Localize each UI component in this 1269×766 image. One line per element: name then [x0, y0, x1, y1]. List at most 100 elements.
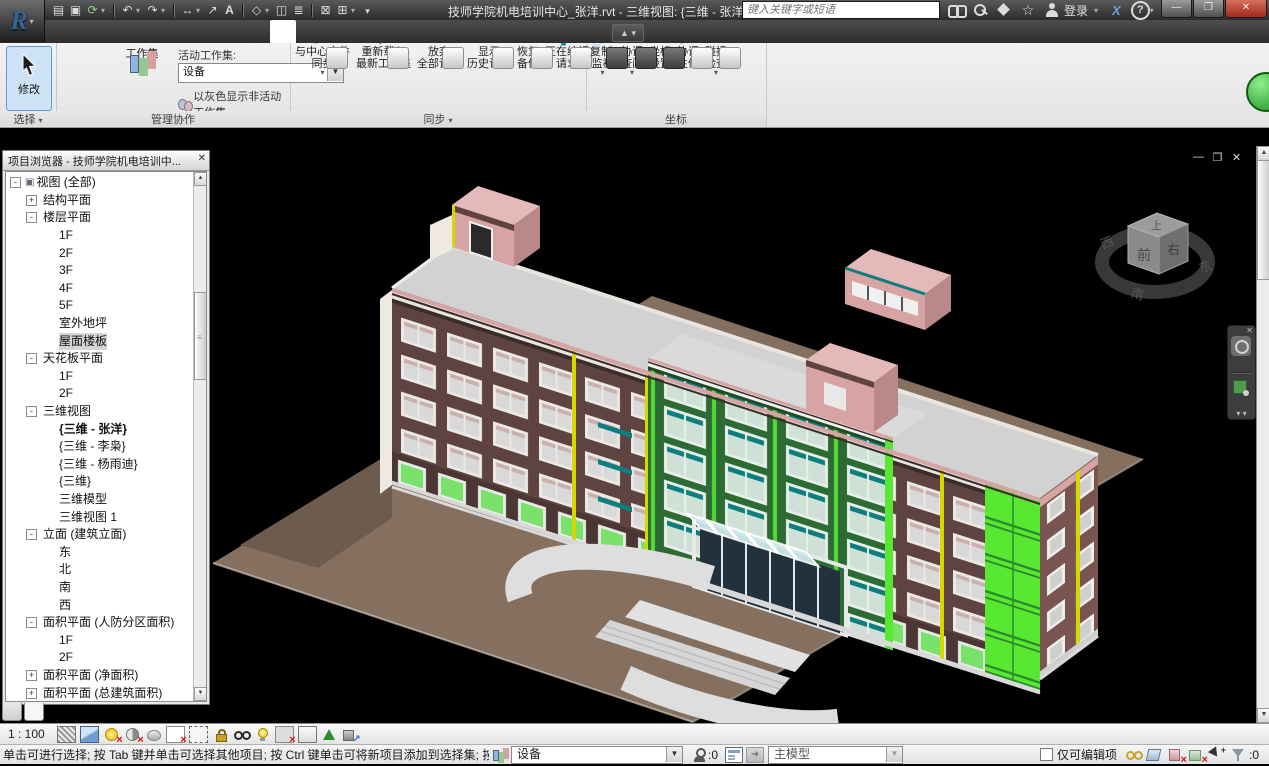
tree-toggle-icon[interactable]: +	[26, 670, 37, 681]
worksharing-display-off-icon[interactable]	[275, 726, 294, 743]
application-menu-button[interactable]: R▾	[0, 0, 45, 42]
tree-item[interactable]: {三维 - 杨雨迪}	[6, 456, 194, 474]
scale-button[interactable]: 1 : 100	[8, 727, 45, 741]
tree-item[interactable]: - 立面 (建筑立面)	[6, 526, 194, 544]
undo-icon[interactable]	[119, 2, 136, 18]
chevron-down-icon[interactable]: ▼	[886, 747, 902, 762]
detail-level-icon[interactable]	[57, 726, 76, 743]
tree-item[interactable]: + 面积平面 (总建筑面积)	[6, 684, 194, 701]
tree-item[interactable]: 5F	[6, 297, 194, 315]
measure-icon[interactable]	[179, 2, 196, 18]
section-icon[interactable]	[273, 2, 290, 18]
dock-tab[interactable]	[24, 703, 44, 721]
navbar-caret-icon[interactable]: ▾ ▾	[1228, 409, 1255, 418]
tree-toggle-icon[interactable]: -	[10, 177, 21, 188]
tree-item[interactable]: 北	[6, 561, 194, 579]
search-input[interactable]	[742, 1, 940, 19]
chevron-down-icon[interactable]: ▼	[666, 747, 682, 762]
default-3d-view-icon[interactable]	[248, 2, 265, 18]
tree-item[interactable]: + 结构平面	[6, 192, 194, 210]
text-icon[interactable]	[221, 2, 238, 18]
viewcube[interactable]: 西 南 东 上 前 右	[1095, 198, 1220, 316]
tree-item[interactable]: - 三维视图	[6, 403, 194, 421]
tree-scrollbar[interactable]: ▲ ≡ ▼	[193, 172, 206, 701]
ribbon-collapse-icon[interactable]: ▲ ▾	[612, 24, 644, 42]
tree-item[interactable]: + 面积平面 (净面积)	[6, 667, 194, 685]
view-vertical-scrollbar[interactable]: ▲ ▼	[1256, 146, 1269, 723]
ribbon-button[interactable]: 恢复 备份	[514, 44, 542, 111]
drag-on-selection-toggle-icon[interactable]	[1209, 747, 1226, 762]
select-links-toggle-icon[interactable]	[1125, 747, 1142, 762]
select-pinned-toggle-icon[interactable]	[1167, 747, 1184, 762]
select-by-face-toggle-icon[interactable]	[1188, 747, 1205, 762]
ribbon-tab[interactable]	[192, 20, 218, 43]
tree-toggle-icon[interactable]: -	[26, 406, 37, 417]
active-workset-status-dropdown[interactable]: 设备 ▼	[511, 746, 683, 764]
tree-item[interactable]: - 视图 (全部)	[6, 174, 194, 192]
restore-button[interactable]: ❐	[1193, 0, 1224, 18]
favorites-star-icon[interactable]	[1020, 2, 1036, 18]
select-underlay-toggle-icon[interactable]	[1146, 747, 1163, 762]
worksets-button[interactable]: 工作集	[116, 45, 168, 109]
design-option-dropdown[interactable]: 主模型 ▼	[768, 746, 903, 764]
tree-item[interactable]: 三维模型	[6, 491, 194, 509]
thin-lines-icon[interactable]	[290, 2, 307, 18]
ribbon-button[interactable]: 复制/ 监视	[587, 44, 618, 111]
dock-tab[interactable]	[2, 703, 22, 721]
view-minimize-button[interactable]: —	[1191, 151, 1206, 164]
editable-only-checkbox[interactable]	[1040, 748, 1053, 761]
aligned-dimension-icon[interactable]	[204, 2, 221, 18]
subscription-key-icon[interactable]	[972, 2, 988, 18]
signin-button[interactable]: 登录	[1064, 2, 1088, 19]
scroll-up-icon[interactable]: ▲	[194, 172, 207, 186]
ribbon-tab[interactable]	[244, 20, 270, 43]
panel-label-synchronize[interactable]: 同步 ▾	[290, 111, 586, 126]
tree-item[interactable]: 1F	[6, 631, 194, 649]
navigation-bar[interactable]: ✕ ▾ ▾	[1227, 325, 1256, 420]
tree-toggle-icon[interactable]: +	[26, 195, 37, 206]
help-icon[interactable]: ?	[1131, 1, 1150, 20]
close-hidden-windows-icon[interactable]	[317, 2, 334, 18]
tree-toggle-icon[interactable]: +	[26, 688, 37, 699]
tree-item[interactable]: 南	[6, 579, 194, 597]
ribbon-tab[interactable]	[218, 20, 244, 43]
show-crop-region-icon[interactable]	[189, 726, 208, 743]
tree-item[interactable]: 4F	[6, 280, 194, 298]
ribbon-button[interactable]: 与中心文件 同步	[292, 44, 353, 111]
tree-toggle-icon[interactable]: -	[26, 617, 37, 628]
worksets-panel-icon[interactable]	[725, 747, 743, 763]
ribbon-tab[interactable]	[88, 20, 114, 43]
scrollbar-thumb[interactable]	[1257, 160, 1269, 280]
project-browser-title[interactable]: 项目浏览器 - 技师学院机电培训中... ✕	[3, 151, 209, 171]
unlocked-3d-view-icon[interactable]	[212, 727, 229, 742]
tree-item[interactable]: 3F	[6, 262, 194, 280]
tree-item[interactable]: - 楼层平面	[6, 209, 194, 227]
ribbon-tab[interactable]	[270, 20, 296, 43]
zoom-icon[interactable]	[1233, 380, 1247, 394]
signin-user-icon[interactable]	[1044, 2, 1060, 18]
ribbon-button[interactable]: 放弃 全部请求	[414, 44, 464, 111]
qat-customize-icon[interactable]	[359, 2, 376, 18]
tree-item[interactable]: 1F	[6, 368, 194, 386]
filter-icon[interactable]	[1230, 747, 1247, 762]
reveal-hidden-elements-icon[interactable]	[254, 727, 271, 742]
sync-with-central-icon[interactable]	[84, 2, 101, 18]
ribbon-tab[interactable]	[140, 20, 166, 43]
tree-toggle-icon[interactable]: -	[26, 212, 37, 223]
view-close-button[interactable]: ✕	[1229, 151, 1244, 164]
search-icon[interactable]	[948, 2, 964, 18]
tree-item[interactable]: {三维 - 李枭}	[6, 438, 194, 456]
ribbon-button[interactable]: 显示 历史记录	[464, 44, 514, 111]
worksets-status-icon[interactable]	[492, 748, 508, 762]
communication-center-icon[interactable]	[996, 2, 1012, 18]
scroll-down-icon[interactable]: ▼	[1257, 708, 1269, 723]
shadows-off-icon[interactable]	[124, 727, 141, 742]
tree-item[interactable]: - 天花板平面	[6, 350, 194, 368]
ribbon-tab[interactable]	[114, 20, 140, 43]
tree-item[interactable]: 西	[6, 596, 194, 614]
ribbon-tab[interactable]	[322, 20, 348, 43]
analytical-model-icon[interactable]	[321, 727, 338, 742]
tree-item[interactable]: 三维视图 1	[6, 508, 194, 526]
tree-item[interactable]: {三维 - 张洋}	[6, 420, 194, 438]
steering-wheel-icon[interactable]	[1231, 336, 1251, 356]
